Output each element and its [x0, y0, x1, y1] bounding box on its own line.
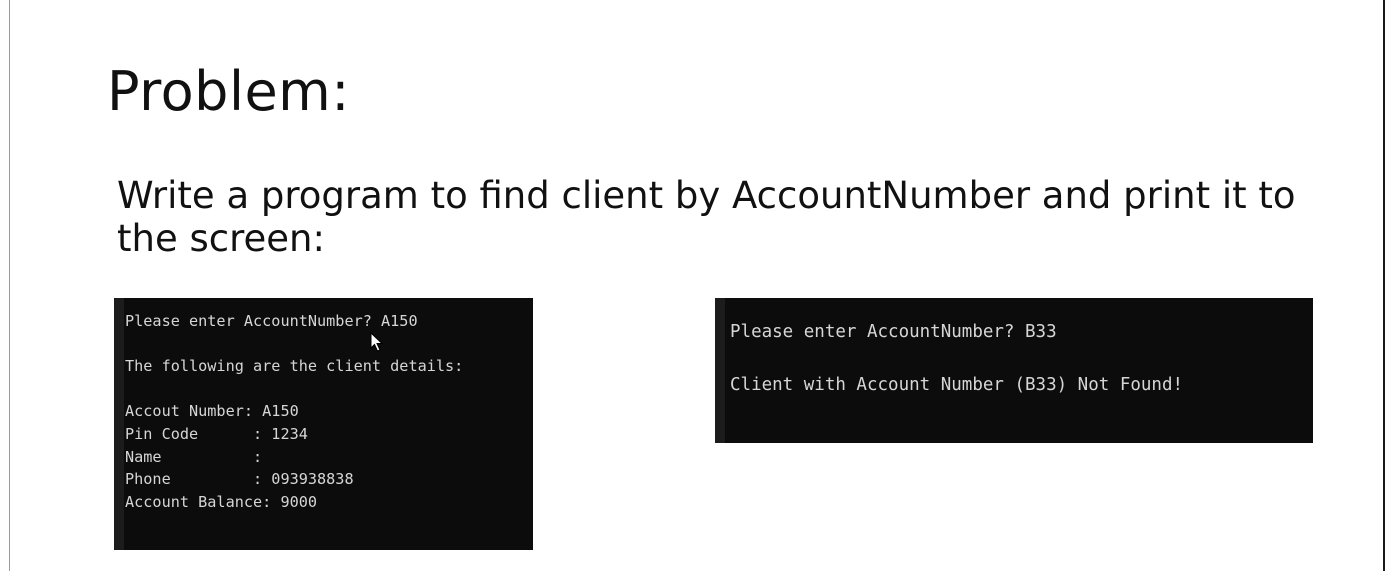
problem-statement: Write a program to find client by Accoun… — [117, 174, 1296, 260]
slide-right-border — [1383, 0, 1385, 571]
slide-title: Problem: — [107, 60, 350, 123]
console-output-found: Please enter AccountNumber? A150 The fol… — [114, 298, 533, 550]
mouse-cursor-icon — [370, 332, 384, 352]
console-output-not-found: Please enter AccountNumber? B33 Client w… — [715, 298, 1313, 443]
console-output-found-text: Please enter AccountNumber? A150 The fol… — [125, 312, 464, 511]
slide-left-border — [9, 0, 10, 571]
console-output-not-found-text: Please enter AccountNumber? B33 Client w… — [730, 322, 1184, 395]
